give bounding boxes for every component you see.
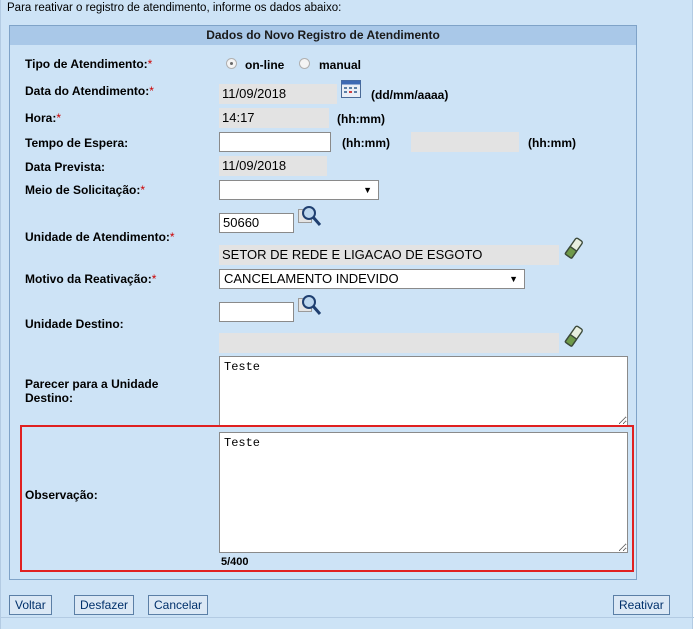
cancelar-button[interactable]: Cancelar: [148, 595, 209, 615]
unidade-atendimento-code-input[interactable]: [219, 213, 294, 233]
motivo-reativacao-label: Motivo da Reativação:*: [25, 272, 156, 286]
data-atendimento-label: Data do Atendimento:*: [25, 84, 154, 98]
hora-label-text: Hora:: [25, 111, 57, 125]
voltar-button[interactable]: Voltar: [9, 595, 52, 615]
hora-label: Hora:*: [25, 111, 61, 125]
data-format-hint: (dd/mm/aaaa): [371, 88, 449, 102]
magnifier-icon[interactable]: [298, 205, 322, 230]
dropdown-arrow-icon: ▼: [509, 274, 518, 284]
radio-online[interactable]: [226, 58, 237, 69]
data-prevista-field: 11/09/2018: [219, 156, 327, 176]
tempo-espera-input[interactable]: [219, 132, 331, 152]
motivo-reativacao-select[interactable]: CANCELAMENTO INDEVIDO ▼: [219, 269, 525, 289]
data-atendimento-label-text: Data do Atendimento:: [25, 84, 150, 98]
magnifier-icon[interactable]: [298, 294, 322, 319]
required-mark: *: [140, 183, 146, 197]
unidade-atendimento-name-field: SETOR DE REDE E LIGACAO DE ESGOTO: [219, 245, 559, 265]
bottom-divider: [1, 617, 694, 618]
hora-field: 14:17: [219, 108, 329, 128]
reativar-button[interactable]: Reativar: [613, 595, 670, 615]
observacao-label: Observação:: [25, 488, 98, 502]
tempo-espera-label: Tempo de Espera:: [25, 136, 129, 150]
required-mark: *: [149, 84, 154, 98]
meio-solicitacao-label: Meio de Solicitação:*: [25, 183, 145, 197]
tempo-espera-format-hint: (hh:mm): [342, 136, 390, 150]
unidade-atendimento-label-text: Unidade de Atendimento:: [25, 230, 170, 244]
intro-text: Para reativar o registro de atendimento,…: [7, 2, 342, 14]
tipo-atendimento-label-text: Tipo de Atendimento:: [25, 57, 148, 71]
parecer-textarea[interactable]: Teste: [219, 356, 628, 426]
motivo-reativacao-selected: CANCELAMENTO INDEVIDO: [224, 271, 399, 286]
tipo-atendimento-label: Tipo de Atendimento:*: [25, 57, 152, 71]
tempo-espera-format-hint-2: (hh:mm): [528, 136, 576, 150]
required-mark: *: [151, 272, 157, 286]
calendar-icon[interactable]: [341, 80, 361, 101]
motivo-reativacao-label-text: Motivo da Reativação:: [25, 272, 152, 286]
data-prevista-label: Data Prevista:: [25, 160, 106, 174]
tempo-espera-field-2: [411, 132, 519, 152]
eraser-icon[interactable]: [564, 325, 584, 350]
desfazer-button[interactable]: Desfazer: [74, 595, 135, 615]
observacao-char-counter: 5/400: [221, 556, 249, 568]
meio-solicitacao-select[interactable]: ▼: [219, 180, 379, 200]
dropdown-arrow-icon: ▼: [363, 185, 372, 195]
unidade-atendimento-label: Unidade de Atendimento:*: [25, 230, 175, 244]
unidade-destino-label: Unidade Destino:: [25, 317, 124, 331]
unidade-destino-name-field: [219, 333, 559, 353]
radio-manual[interactable]: [299, 58, 310, 69]
meio-solicitacao-label-text: Meio de Solicitação:: [25, 183, 141, 197]
hora-format-hint: (hh:mm): [337, 112, 385, 126]
observacao-textarea[interactable]: Teste: [219, 432, 628, 553]
required-mark: *: [147, 57, 153, 71]
unidade-destino-code-input[interactable]: [219, 302, 294, 322]
required-mark: *: [56, 111, 62, 125]
form-header: Dados do Novo Registro de Atendimento: [10, 26, 636, 45]
eraser-icon[interactable]: [564, 237, 584, 262]
radio-manual-label: manual: [319, 58, 362, 72]
page-panel: Para reativar o registro de atendimento,…: [0, 0, 694, 629]
data-atendimento-field: 11/09/2018: [219, 84, 337, 104]
radio-online-label: on-line: [245, 58, 285, 72]
parecer-label: Parecer para a Unidade Destino:: [25, 377, 159, 405]
required-mark: *: [169, 230, 175, 244]
